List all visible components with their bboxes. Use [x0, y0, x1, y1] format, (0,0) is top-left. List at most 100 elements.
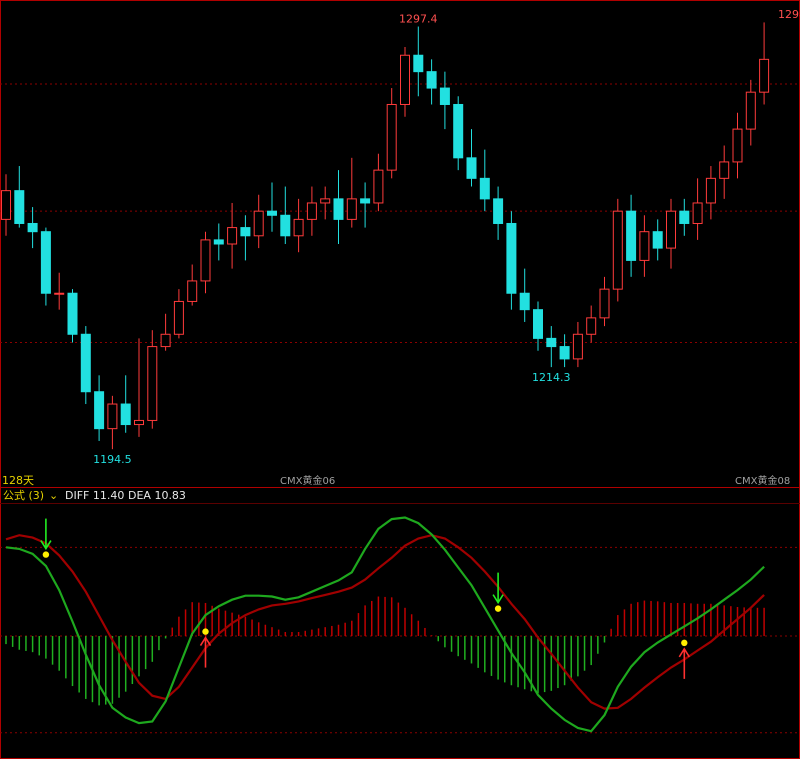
buy-signal-marker [678, 639, 690, 679]
candle-body [200, 239, 211, 282]
candle [479, 149, 490, 212]
candle [320, 186, 331, 220]
candle [187, 264, 198, 306]
candle-body [240, 227, 251, 237]
panel-frame [0, 0, 800, 759]
candle-body [732, 128, 743, 163]
candle [493, 186, 504, 240]
candle [94, 375, 105, 441]
candle-body [745, 91, 756, 130]
series-label-2: CMX黄金08 [735, 474, 790, 487]
candle [639, 215, 650, 277]
candle-body [439, 87, 450, 105]
price-high-label: 1297.4 [399, 13, 438, 26]
candle [280, 186, 291, 244]
candle-body [519, 292, 530, 311]
candle [546, 326, 557, 368]
candle-body [14, 190, 25, 224]
chevron-down-icon[interactable]: ⌄ [49, 489, 58, 502]
candle-body [346, 198, 357, 220]
candle [107, 395, 118, 450]
candle-body [306, 202, 317, 220]
candle [213, 223, 224, 261]
candle [267, 182, 277, 232]
candle [14, 166, 25, 228]
indicator-legend: 公式 (3) ⌄ DIFF 11.40 DEA 10.83 [3, 489, 186, 502]
candle-body [719, 161, 730, 179]
price-low-label-2: 1214.3 [532, 371, 571, 384]
candle-body [759, 58, 770, 93]
candle-body [586, 317, 597, 335]
candle-body [227, 227, 238, 245]
candle [360, 182, 371, 228]
formula-selector[interactable]: 公式 (3) [3, 489, 44, 502]
candle [626, 194, 637, 277]
candle [173, 289, 184, 339]
candle [506, 211, 517, 310]
price-low-label-1: 1194.5 [93, 453, 132, 466]
candle [453, 96, 464, 171]
candle-body [373, 169, 384, 204]
candle-body [54, 292, 65, 295]
signal-dot [202, 628, 209, 635]
candle [666, 198, 676, 269]
candle [413, 26, 424, 97]
candlesticks [1, 22, 770, 450]
candle [67, 289, 78, 343]
candle-body [1, 190, 11, 220]
candle [1, 174, 11, 236]
candle [519, 268, 530, 322]
candle-body [639, 231, 650, 261]
candle [705, 166, 716, 220]
candle-body [413, 54, 424, 73]
candle-body [679, 210, 690, 224]
candle-body [559, 346, 570, 360]
candle [147, 330, 158, 429]
candle [679, 198, 690, 236]
candle [134, 338, 144, 437]
candle-body [400, 54, 410, 105]
candle [612, 198, 623, 302]
candle-body [280, 214, 291, 237]
candle [346, 157, 357, 228]
sell-signal-marker [40, 518, 52, 558]
candle-body [320, 198, 331, 204]
signal-dot [681, 639, 688, 647]
candle [586, 305, 597, 343]
candle [293, 198, 304, 253]
candle [373, 153, 384, 212]
candle [400, 47, 410, 117]
candle [599, 276, 610, 327]
candle-body [426, 71, 437, 89]
candle [306, 186, 317, 236]
candle-body [107, 403, 118, 430]
candle-body [506, 222, 517, 294]
candle-body [652, 231, 663, 249]
candle-body [173, 300, 184, 335]
candle [160, 313, 171, 351]
candle [253, 194, 264, 249]
candle [333, 170, 344, 244]
indicator-gridlines [0, 546, 800, 734]
candle-body [94, 391, 105, 430]
buy-signal-marker [199, 628, 212, 668]
candle [386, 88, 397, 179]
signal-dot [42, 551, 50, 558]
candle [732, 112, 743, 179]
candle-body [666, 210, 676, 249]
candle [200, 231, 211, 294]
candle-body [692, 202, 703, 224]
candle-body [147, 346, 158, 421]
candle [439, 71, 450, 130]
candle-body [187, 280, 198, 302]
candle [559, 334, 570, 368]
candle-body [453, 103, 464, 159]
candle-body [493, 198, 504, 224]
candle-body [213, 239, 224, 245]
candle [533, 301, 543, 351]
price-high-right-label: 1298 [778, 8, 800, 21]
candle-body [386, 103, 397, 171]
candle [745, 79, 756, 146]
candle-body [546, 337, 557, 348]
candlestick-macd-chart: 1297.4 1194.5 1214.3 1298 128天 CMX黄金06 C… [0, 0, 800, 759]
